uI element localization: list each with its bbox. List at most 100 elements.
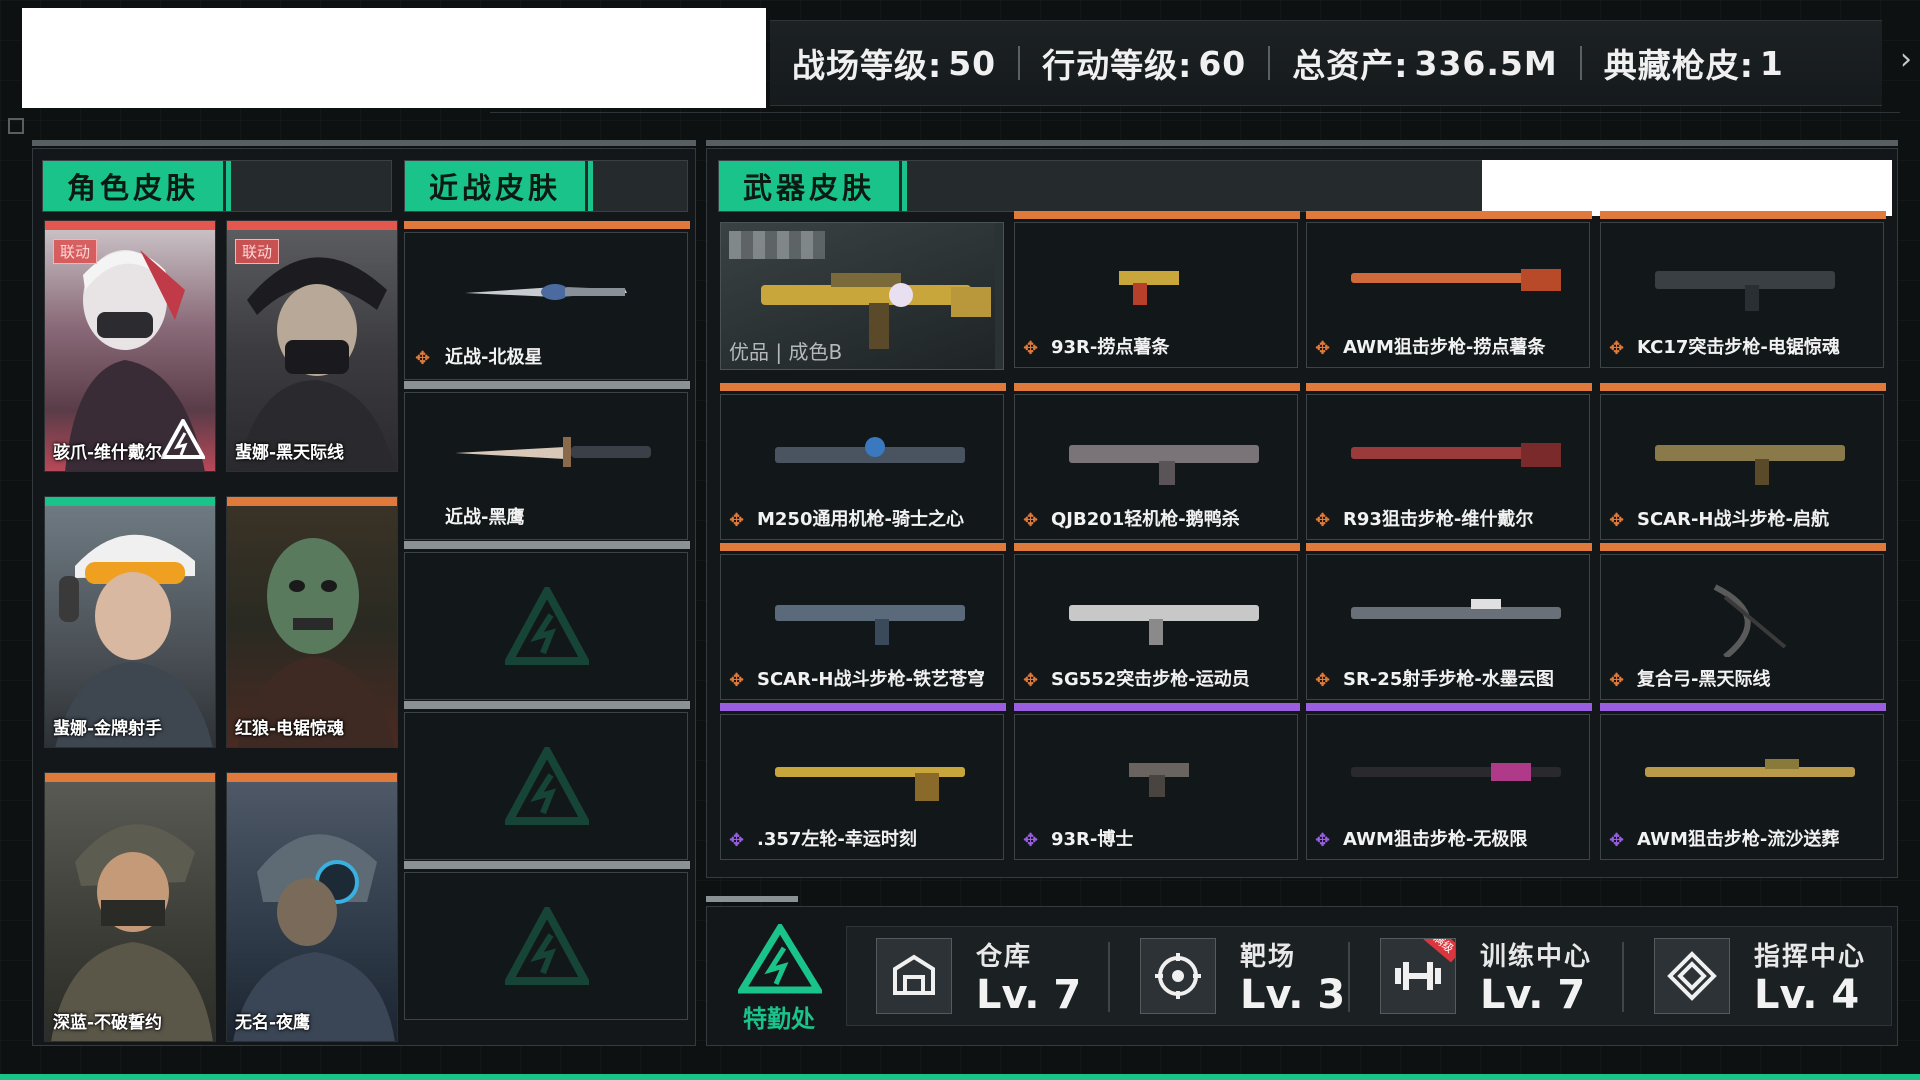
weapon-card[interactable]: ✥ SR-25射手步枪-水墨云图 xyxy=(1306,543,1592,700)
weapon-icon xyxy=(1129,763,1189,797)
facility-divider xyxy=(1108,942,1110,1012)
character-card-5[interactable]: 无名-夜鹰 xyxy=(226,772,398,1042)
weapon-skin-name: SCAR-H战斗步枪-铁艺苍穹 xyxy=(757,669,985,690)
melee-card-empty-0[interactable] xyxy=(404,541,690,700)
rarity-bar xyxy=(1014,543,1300,551)
header-divider xyxy=(490,112,1900,113)
character-portrait xyxy=(45,506,215,747)
rarity-bar xyxy=(1014,383,1300,391)
weapon-skin-name: SCAR-H战斗步枪-启航 xyxy=(1637,509,1829,530)
facility-warehouse[interactable]: 仓库 Lv. 7 xyxy=(876,936,1106,1018)
weapon-icon xyxy=(1119,271,1179,305)
weapon-card[interactable]: ✥ M250通用机枪-骑士之心 xyxy=(720,383,1006,540)
corner-marker xyxy=(8,118,24,134)
rarity-bar xyxy=(404,381,690,389)
rarity-bar xyxy=(227,497,397,506)
character-portrait xyxy=(227,230,397,471)
rarity-bar xyxy=(45,497,215,506)
weapon-icon xyxy=(1655,445,1845,485)
character-card-4[interactable]: 深蓝-不破誓约 xyxy=(44,772,216,1042)
facility-training-center[interactable]: 满级 训练中心 Lv. 7 xyxy=(1380,936,1620,1018)
chevron-right-icon[interactable]: › xyxy=(1900,42,1912,77)
weapon-card[interactable]: ✥ 93R-捞点薯条 xyxy=(1014,211,1300,368)
rarity-bar xyxy=(404,861,690,869)
rarity-diamond-icon: ✥ xyxy=(729,830,745,851)
stat-value: 336.5M xyxy=(1414,43,1558,83)
facility-level: Lv. 4 xyxy=(1754,972,1860,1018)
weapon-icon xyxy=(1713,584,1787,657)
weapon-icon xyxy=(1351,763,1561,781)
weapon-skins-title[interactable]: 武器皮肤 xyxy=(719,161,907,211)
weapon-card[interactable]: ✥ R93狙击步枪-维什戴尔 xyxy=(1306,383,1592,540)
character-card-2[interactable]: 蜚娜-金牌射手 xyxy=(44,496,216,748)
rarity-bar xyxy=(1306,211,1592,219)
facility-level: Lv. 7 xyxy=(976,972,1082,1018)
weapon-skin-name: SG552突击步枪-运动员 xyxy=(1051,669,1250,690)
rarity-diamond-icon: ✥ xyxy=(1609,510,1625,531)
collab-badge: 联动 xyxy=(53,239,98,264)
headquarters[interactable]: 特勤处 xyxy=(724,924,834,1034)
weapon-icon xyxy=(775,767,965,801)
weapon-card[interactable]: ✥ SCAR-H战斗步枪-启航 xyxy=(1600,383,1886,540)
melee-card-0[interactable]: ✥ 近战-北极星 xyxy=(404,221,690,380)
character-portrait xyxy=(45,782,215,1041)
rarity-bar xyxy=(404,221,690,229)
weapon-card[interactable]: ✥ .357左轮-幸运时刻 xyxy=(720,703,1006,860)
delta-logo-icon xyxy=(738,924,822,994)
facility-range[interactable]: 靶场 Lv. 3 xyxy=(1140,936,1360,1018)
rarity-diamond-icon: ✥ xyxy=(1609,670,1625,691)
facility-name: 仓库 xyxy=(976,942,1033,972)
facility-divider xyxy=(1348,942,1350,1012)
stat-value: 60 xyxy=(1198,43,1247,83)
rarity-bar xyxy=(404,701,690,709)
character-card-0[interactable]: 联动 骇爪-维什戴尔 xyxy=(44,220,216,472)
rarity-bar xyxy=(1600,543,1886,551)
weapon-skin-name: 93R-博士 xyxy=(1051,829,1134,850)
rarity-bar xyxy=(1014,703,1300,711)
panel-top-strip xyxy=(706,896,798,902)
facility-command-center[interactable]: 指挥中心 Lv. 4 xyxy=(1654,936,1894,1018)
rarity-diamond-icon: ✥ xyxy=(1315,830,1331,851)
weapon-card[interactable]: ✥ AWM狙击步枪-流沙送葬 xyxy=(1600,703,1886,860)
quality-label: 优品 | 成色B xyxy=(729,340,843,364)
headquarters-label: 特勤处 xyxy=(743,1005,815,1033)
character-card-1[interactable]: 联动 蜚娜-黑天际线 xyxy=(226,220,398,472)
character-skins-header: 角色皮肤 xyxy=(42,160,392,212)
weapon-card[interactable]: ✥ 93R-博士 xyxy=(1014,703,1300,860)
rarity-bar xyxy=(720,703,1006,711)
weapon-card[interactable]: ✥ QJB201轻机枪-鹅鸭杀 xyxy=(1014,383,1300,540)
character-silhouette-icon xyxy=(237,538,395,747)
weapon-card[interactable]: ✥ AWM狙击步枪-捞点薯条 xyxy=(1306,211,1592,368)
weapon-card[interactable]: ✥ KC17突击步枪-电锯惊魂 xyxy=(1600,211,1886,368)
character-skin-name: 红狼-电锯惊魂 xyxy=(235,719,345,739)
stat-label: 典藏枪皮: xyxy=(1603,46,1754,85)
weapon-card[interactable]: ✥ 复合弓-黑天际线 xyxy=(1600,543,1886,700)
rarity-diamond-icon: ✥ xyxy=(1023,510,1039,531)
rarity-bar xyxy=(1306,383,1592,391)
rarity-diamond-icon: ✥ xyxy=(1315,338,1331,359)
weapon-icon xyxy=(1069,605,1259,645)
melee-skins-title[interactable]: 近战皮肤 xyxy=(405,161,593,211)
delta-placeholder-icon xyxy=(505,747,589,825)
melee-card-empty-2[interactable] xyxy=(404,861,690,1020)
melee-card-empty-1[interactable] xyxy=(404,701,690,860)
weapon-skin-name: KC17突击步枪-电锯惊魂 xyxy=(1637,337,1840,358)
character-skins-title[interactable]: 角色皮肤 xyxy=(43,161,231,211)
weapon-card[interactable]: ✥ SCAR-H战斗步枪-铁艺苍穹 xyxy=(720,543,1006,700)
character-skin-name: 深蓝-不破誓约 xyxy=(53,1013,163,1033)
weapon-icon xyxy=(1069,445,1259,485)
stat-label: 战场等级: xyxy=(792,46,943,85)
weapon-skin-name: AWM狙击步枪-捞点薯条 xyxy=(1343,337,1546,358)
melee-card-1[interactable]: 近战-黑鹰 xyxy=(404,381,690,540)
featured-weapon-card[interactable]: 优品 | 成色B xyxy=(720,222,1004,370)
melee-skin-name: 近战-黑鹰 xyxy=(445,507,525,528)
weapon-icon xyxy=(1351,599,1561,619)
facility-level: Lv. 7 xyxy=(1480,972,1586,1018)
panel-top-strip xyxy=(32,140,696,146)
weapon-skin-name: 93R-捞点薯条 xyxy=(1051,337,1170,358)
rarity-bar xyxy=(1306,543,1592,551)
weapon-skin-name: R93狙击步枪-维什戴尔 xyxy=(1343,509,1534,530)
weapon-card[interactable]: ✥ AWM狙击步枪-无极限 xyxy=(1306,703,1592,860)
weapon-card[interactable]: ✥ SG552突击步枪-运动员 xyxy=(1014,543,1300,700)
character-card-3[interactable]: 红狼-电锯惊魂 xyxy=(226,496,398,748)
